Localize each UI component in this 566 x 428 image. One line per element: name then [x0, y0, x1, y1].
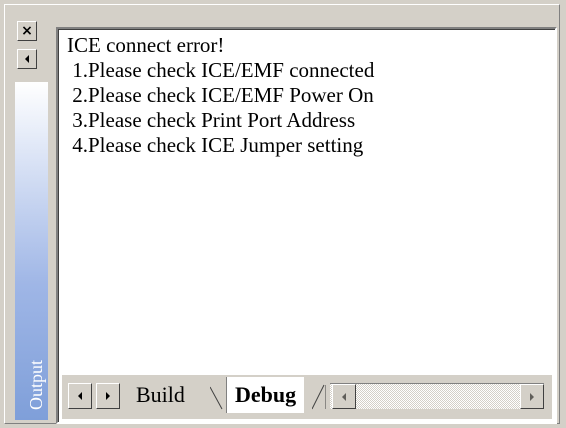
output-pane[interactable]: ICE connect error! 1.Please check ICE/EM…	[56, 27, 557, 424]
tab-scroll-right-icon	[106, 392, 110, 400]
tab-scroll-left-button[interactable]	[68, 383, 92, 409]
scroll-left-button[interactable]	[332, 384, 356, 409]
close-icon: ×	[21, 23, 33, 39]
message-line: 4.Please check ICE Jumper setting	[67, 133, 364, 157]
tab-separator	[210, 386, 223, 410]
tab-debug[interactable]: Debug	[226, 377, 305, 413]
output-panel-label: Output	[26, 359, 46, 410]
horizontal-scrollbar[interactable]	[330, 383, 544, 409]
message-line: 1.Please check ICE/EMF connected	[67, 58, 375, 82]
tab-scroll-right-button[interactable]	[96, 383, 120, 409]
scroll-right-button[interactable]	[520, 384, 544, 409]
arrow-left-icon	[25, 55, 29, 63]
output-pane-inner: ICE connect error! 1.Please check ICE/EM…	[58, 29, 555, 422]
tab-separator	[312, 384, 326, 410]
scroll-left-icon	[342, 392, 346, 401]
tab-build-label: Build	[136, 382, 185, 407]
tab-bar: Build Debug	[62, 375, 552, 419]
tab-debug-label: Debug	[235, 382, 297, 407]
message-list: ICE connect error! 1.Please check ICE/EM…	[67, 33, 374, 158]
scroll-right-icon	[530, 392, 534, 401]
close-button[interactable]: ×	[17, 21, 37, 41]
message-line: 3.Please check Print Port Address	[67, 108, 356, 132]
tab-scroll-left-icon	[78, 392, 82, 400]
tab-build[interactable]: Build	[136, 379, 185, 411]
dock-bar: × Output	[8, 16, 48, 420]
message-line: 2.Please check ICE/EMF Power On	[67, 83, 374, 107]
message-line: ICE connect error!	[67, 33, 225, 57]
dock-left-button[interactable]	[17, 49, 37, 69]
output-panel-strip[interactable]: Output	[15, 82, 48, 420]
